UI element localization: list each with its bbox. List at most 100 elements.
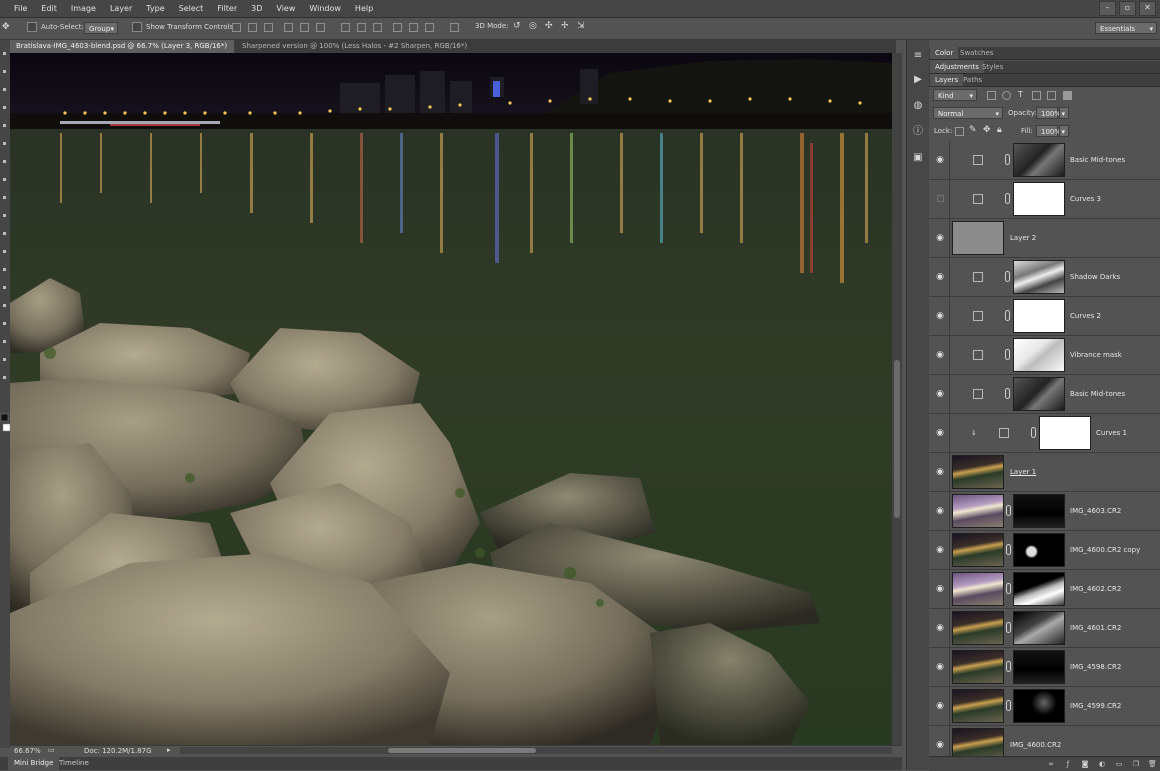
eye-icon[interactable]: ◉: [935, 428, 945, 438]
lock-pixels-icon[interactable]: ✎: [969, 125, 977, 135]
eye-icon[interactable]: ◉: [935, 389, 945, 399]
link-icon[interactable]: [1006, 544, 1011, 555]
link-icon[interactable]: [1005, 388, 1010, 399]
restore-button[interactable]: ▫: [1119, 1, 1136, 16]
layer-name[interactable]: Layer 2: [1010, 234, 1036, 242]
layer-name[interactable]: Layer 1: [1010, 468, 1036, 476]
visibility-toggle[interactable]: [937, 195, 944, 202]
minimize-button[interactable]: –: [1099, 1, 1116, 16]
menu-type[interactable]: Type: [139, 0, 171, 17]
eye-icon[interactable]: ◉: [935, 662, 945, 672]
arrow-right-icon[interactable]: ▸: [167, 746, 171, 754]
layer-mask-thumbnail[interactable]: [1013, 494, 1065, 528]
layer-row[interactable]: ◉ IMG_4601.CR2: [929, 609, 1160, 648]
tool-icons[interactable]: [0, 40, 11, 748]
distribute-top-icon[interactable]: [341, 23, 350, 32]
workspace-dropdown[interactable]: Essentials: [1095, 22, 1157, 35]
3d-drag-icon[interactable]: ✣: [545, 21, 553, 31]
menu-window[interactable]: Window: [302, 0, 348, 17]
layer-mask-thumbnail[interactable]: [1039, 416, 1091, 450]
menu-select[interactable]: Select: [172, 0, 211, 17]
add-mask-icon[interactable]: ◙: [1081, 760, 1089, 768]
layer-thumbnail[interactable]: [952, 650, 1004, 684]
eye-icon[interactable]: ◉: [935, 740, 945, 750]
tab-styles[interactable]: Styles: [977, 61, 1008, 73]
eye-icon[interactable]: ◉: [935, 506, 945, 516]
auto-align-icon[interactable]: [450, 23, 459, 32]
blend-mode-dropdown[interactable]: Normal: [933, 107, 1003, 120]
layer-mask-thumbnail[interactable]: [1013, 338, 1065, 372]
distribute-hcenter-icon[interactable]: [409, 23, 418, 32]
layer-name[interactable]: Curves 2: [1070, 312, 1101, 320]
align-bottom-icon[interactable]: [264, 23, 273, 32]
layer-mask-thumbnail[interactable]: [1013, 533, 1065, 567]
3d-roll-icon[interactable]: ◎: [529, 21, 537, 31]
link-icon[interactable]: [1006, 505, 1011, 516]
horizontal-scrollbar[interactable]: [180, 747, 892, 754]
layer-row[interactable]: ◉ Basic Mid-tones: [929, 375, 1160, 414]
layer-thumbnail[interactable]: [952, 572, 1004, 606]
auto-select-dropdown[interactable]: Group: [84, 22, 118, 35]
eye-icon[interactable]: ◉: [935, 350, 945, 360]
layer-name[interactable]: IMG_4598.CR2: [1070, 663, 1121, 671]
show-transform-checkbox[interactable]: Show Transform Controls: [132, 22, 233, 32]
move-tool-icon[interactable]: ✥: [2, 22, 10, 32]
layer-thumbnail[interactable]: [952, 611, 1004, 645]
link-icon[interactable]: [1006, 661, 1011, 672]
link-icon[interactable]: [1005, 193, 1010, 204]
tab-paths[interactable]: Paths: [958, 74, 987, 86]
layer-mask-thumbnail[interactable]: [1013, 182, 1065, 216]
eye-icon[interactable]: ◉: [935, 467, 945, 477]
layer-row[interactable]: Curves 3: [929, 180, 1160, 219]
layer-mask-thumbnail[interactable]: [1013, 260, 1065, 294]
layer-row[interactable]: ◉ Layer 1: [929, 453, 1160, 492]
layer-thumbnail[interactable]: [952, 455, 1004, 489]
vertical-scroll-thumb[interactable]: [894, 360, 900, 518]
layer-name[interactable]: Vibrance mask: [1070, 351, 1122, 359]
filter-kind-dropdown[interactable]: Kind: [933, 89, 977, 102]
layers-list[interactable]: ◉ Basic Mid-tones Curves 3 ◉ Layer 2 ◉ Shadow …: [929, 141, 1160, 756]
layer-name[interactable]: Shadow Darks: [1070, 273, 1120, 281]
layer-row[interactable]: ◉ Layer 2: [929, 219, 1160, 258]
menu-3d[interactable]: 3D: [244, 0, 269, 17]
layer-name[interactable]: Basic Mid-tones: [1070, 156, 1125, 164]
align-vcenter-icon[interactable]: [248, 23, 257, 32]
distribute-left-icon[interactable]: [393, 23, 402, 32]
distribute-right-icon[interactable]: [425, 23, 434, 32]
menu-view[interactable]: View: [269, 0, 302, 17]
link-icon[interactable]: [1005, 154, 1010, 165]
layer-mask-thumbnail[interactable]: [1013, 377, 1065, 411]
layer-name[interactable]: Curves 3: [1070, 195, 1101, 203]
eye-icon[interactable]: ◉: [935, 701, 945, 711]
history-icon[interactable]: ≡: [912, 50, 924, 62]
lock-all-icon[interactable]: 🔒︎: [997, 125, 1002, 135]
tab-swatches[interactable]: Swatches: [955, 47, 998, 59]
link-icon[interactable]: [1006, 700, 1011, 711]
info-icon[interactable]: ⓘ: [912, 126, 924, 138]
menu-image[interactable]: Image: [64, 0, 103, 17]
layer-row[interactable]: ◉ Curves 2: [929, 297, 1160, 336]
layer-mask-thumbnail[interactable]: [1013, 299, 1065, 333]
layer-row[interactable]: ◉ IMG_4599.CR2: [929, 687, 1160, 726]
link-icon[interactable]: [1005, 310, 1010, 321]
link-icon[interactable]: [1006, 622, 1011, 633]
layer-name[interactable]: IMG_4602.CR2: [1070, 585, 1121, 593]
adjustment-filter-icon[interactable]: [1002, 91, 1011, 100]
delete-layer-icon[interactable]: 🗑︎: [1148, 760, 1157, 768]
3d-slide-icon[interactable]: ✢: [561, 21, 569, 31]
lock-position-icon[interactable]: ✥: [983, 125, 991, 135]
layer-name[interactable]: Curves 1: [1096, 429, 1127, 437]
menu-help[interactable]: Help: [348, 0, 380, 17]
opacity-input[interactable]: 100%: [1036, 107, 1061, 119]
layer-thumbnail[interactable]: [952, 728, 1004, 756]
zoom-level[interactable]: 66.67%: [14, 747, 41, 755]
link-icon[interactable]: [1005, 349, 1010, 360]
layer-row[interactable]: ◉ Vibrance mask: [929, 336, 1160, 375]
layer-name[interactable]: IMG_4600.CR2 copy: [1070, 546, 1140, 554]
new-layer-icon[interactable]: ❐: [1132, 760, 1140, 768]
link-layers-icon[interactable]: ∞: [1047, 760, 1055, 768]
eye-icon[interactable]: ◉: [935, 155, 945, 165]
filter-toggle-icon[interactable]: [1063, 91, 1072, 100]
link-icon[interactable]: [1005, 271, 1010, 282]
3d-rotate-icon[interactable]: ↺: [513, 21, 521, 31]
